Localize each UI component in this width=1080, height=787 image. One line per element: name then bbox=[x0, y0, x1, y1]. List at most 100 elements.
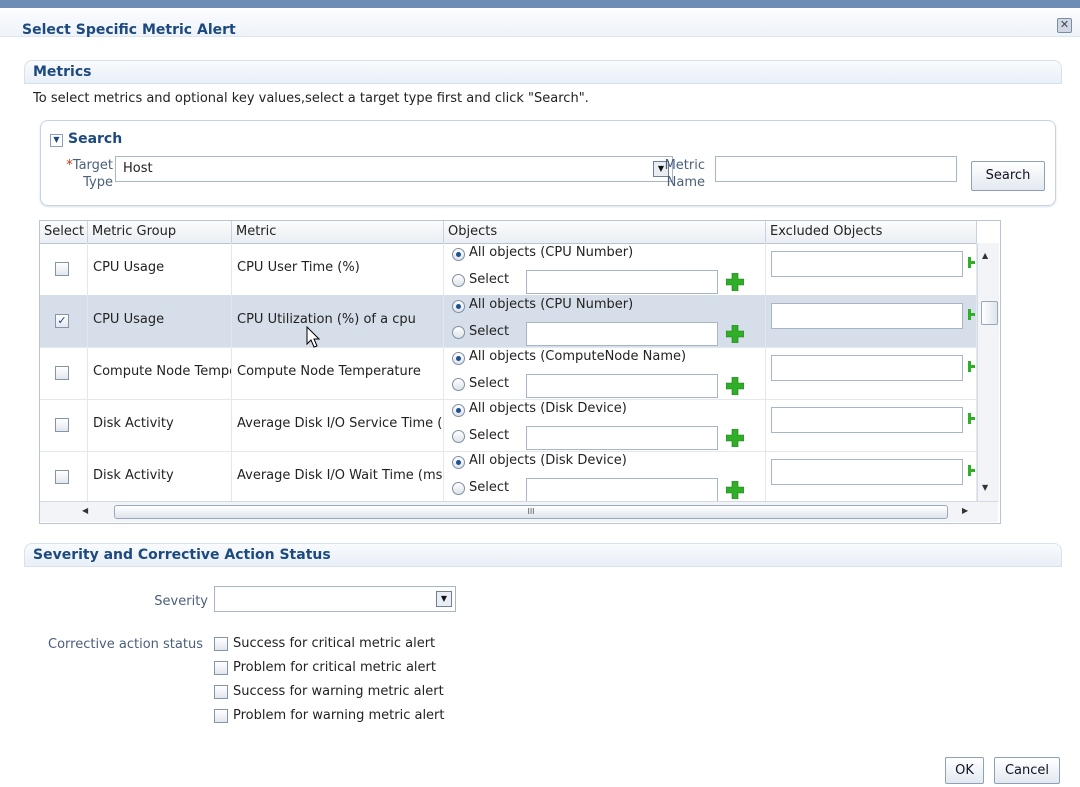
corrective-option-label: Problem for critical metric alert bbox=[233, 660, 436, 675]
excluded-objects-cell bbox=[766, 399, 977, 451]
add-excluded-plus-icon[interactable] bbox=[965, 461, 975, 479]
select-cell bbox=[40, 451, 88, 503]
metric-group-text: Disk Activity bbox=[93, 468, 174, 483]
vertical-scrollbar[interactable]: ▲ ▼ bbox=[977, 243, 999, 501]
horizontal-scrollbar[interactable]: ◀ III ▶ bbox=[40, 501, 998, 522]
all-objects-label: All objects (ComputeNode Name) bbox=[469, 349, 687, 364]
select-objects-radio[interactable] bbox=[452, 430, 465, 443]
metric-cell: CPU User Time (%) bbox=[232, 243, 444, 295]
target-type-select[interactable]: Host ▼ bbox=[115, 156, 673, 182]
select-objects-label: Select bbox=[469, 376, 510, 391]
objects-cell: All objects (Disk Device) Select bbox=[444, 451, 766, 503]
column-header-excluded-objects[interactable]: Excluded Objects bbox=[766, 221, 977, 243]
chevron-down-icon[interactable]: ▼ bbox=[50, 134, 63, 147]
corrective-option-label: Success for critical metric alert bbox=[233, 636, 436, 651]
objects-cell: All objects (CPU Number) Select bbox=[444, 295, 766, 347]
all-objects-radio[interactable] bbox=[452, 248, 465, 261]
row-select-checkbox[interactable] bbox=[55, 366, 69, 380]
vertical-scroll-thumb[interactable] bbox=[981, 301, 998, 325]
select-cell bbox=[40, 399, 88, 451]
all-objects-label: All objects (CPU Number) bbox=[469, 245, 634, 260]
add-object-plus-icon[interactable] bbox=[726, 429, 744, 447]
column-header-metric-group[interactable]: Metric Group bbox=[88, 221, 232, 243]
column-header-select[interactable]: Select bbox=[40, 221, 88, 243]
add-object-plus-icon[interactable] bbox=[726, 377, 744, 395]
metric-alert-dialog: Select Specific Metric Alert ✕ Metrics T… bbox=[0, 0, 1080, 787]
all-objects-radio[interactable] bbox=[452, 404, 465, 417]
mouse-cursor-icon bbox=[306, 326, 321, 348]
corrective-option-checkbox[interactable] bbox=[214, 637, 228, 651]
select-objects-label: Select bbox=[469, 480, 510, 495]
table-row[interactable]: ✓ CPU Usage CPU Utilization (%) of a cpu Al… bbox=[40, 295, 977, 348]
excluded-objects-cell bbox=[766, 243, 977, 295]
add-excluded-plus-icon[interactable] bbox=[965, 253, 975, 271]
objects-input[interactable] bbox=[526, 478, 718, 502]
metric-group-cell: CPU Usage bbox=[88, 295, 232, 347]
metric-group-text: CPU Usage bbox=[93, 312, 165, 327]
search-button[interactable]: Search bbox=[971, 161, 1045, 191]
metric-group-cell: Disk Activity bbox=[88, 451, 232, 503]
corrective-option-checkbox[interactable] bbox=[214, 661, 228, 675]
excluded-objects-cell bbox=[766, 295, 977, 347]
scroll-down-icon[interactable]: ▼ bbox=[982, 483, 988, 492]
metric-cell: Compute Node Temperature bbox=[232, 347, 444, 399]
select-objects-radio[interactable] bbox=[452, 274, 465, 287]
excluded-objects-input[interactable] bbox=[771, 355, 963, 381]
select-objects-radio[interactable] bbox=[452, 326, 465, 339]
metric-name-input[interactable] bbox=[715, 156, 957, 182]
metrics-section-header: Metrics bbox=[24, 60, 1062, 84]
row-select-checkbox[interactable]: ✓ bbox=[55, 314, 69, 328]
table-row[interactable]: Compute Node Temperature Compute Node Tem… bbox=[40, 347, 977, 400]
corrective-option-checkbox[interactable] bbox=[214, 709, 228, 723]
select-cell bbox=[40, 243, 88, 295]
all-objects-radio[interactable] bbox=[452, 300, 465, 313]
select-objects-radio[interactable] bbox=[452, 378, 465, 391]
horizontal-scroll-thumb[interactable]: III bbox=[114, 505, 948, 519]
table-row[interactable]: Disk Activity Average Disk I/O Wait Time … bbox=[40, 451, 977, 504]
metric-text: CPU User Time (%) bbox=[237, 260, 360, 275]
table-row[interactable]: CPU Usage CPU User Time (%) All objects (C… bbox=[40, 243, 977, 296]
excluded-objects-input[interactable] bbox=[771, 251, 963, 277]
add-excluded-plus-icon[interactable] bbox=[965, 305, 975, 323]
metric-group-cell: Disk Activity bbox=[88, 399, 232, 451]
severity-label: Severity bbox=[154, 594, 208, 609]
excluded-objects-input[interactable] bbox=[771, 303, 963, 329]
objects-input[interactable] bbox=[526, 374, 718, 398]
all-objects-label: All objects (Disk Device) bbox=[469, 401, 627, 416]
scroll-right-icon[interactable]: ▶ bbox=[962, 506, 968, 515]
cancel-button[interactable]: Cancel bbox=[994, 757, 1060, 784]
search-header[interactable]: ▼ Search bbox=[50, 131, 122, 147]
table-row[interactable]: Disk Activity Average Disk I/O Service Ti… bbox=[40, 399, 977, 452]
row-select-checkbox[interactable] bbox=[55, 470, 69, 484]
column-header-objects[interactable]: Objects bbox=[444, 221, 766, 243]
corrective-option-checkbox[interactable] bbox=[214, 685, 228, 699]
add-excluded-plus-icon[interactable] bbox=[965, 409, 975, 427]
add-object-plus-icon[interactable] bbox=[726, 325, 744, 343]
row-select-checkbox[interactable] bbox=[55, 418, 69, 432]
excluded-objects-input[interactable] bbox=[771, 407, 963, 433]
objects-input[interactable] bbox=[526, 426, 718, 450]
dropdown-arrow-icon[interactable]: ▼ bbox=[436, 591, 452, 607]
add-object-plus-icon[interactable] bbox=[726, 481, 744, 499]
objects-input[interactable] bbox=[526, 322, 718, 346]
all-objects-radio[interactable] bbox=[452, 456, 465, 469]
add-object-plus-icon[interactable] bbox=[726, 273, 744, 291]
metric-text: Average Disk I/O Wait Time (ms) bbox=[237, 468, 444, 483]
objects-input[interactable] bbox=[526, 270, 718, 294]
row-select-checkbox[interactable] bbox=[55, 262, 69, 276]
scroll-up-icon[interactable]: ▲ bbox=[982, 251, 988, 260]
select-objects-radio[interactable] bbox=[452, 482, 465, 495]
select-objects-label: Select bbox=[469, 324, 510, 339]
severity-select[interactable]: ▼ bbox=[214, 586, 456, 612]
select-objects-label: Select bbox=[469, 272, 510, 287]
close-icon[interactable]: ✕ bbox=[1057, 18, 1072, 33]
all-objects-radio[interactable] bbox=[452, 352, 465, 365]
scroll-left-icon[interactable]: ◀ bbox=[82, 506, 88, 515]
objects-cell: All objects (CPU Number) Select bbox=[444, 243, 766, 295]
column-header-metric[interactable]: Metric bbox=[232, 221, 444, 243]
metric-group-cell: Compute Node Temperature bbox=[88, 347, 232, 399]
add-excluded-plus-icon[interactable] bbox=[965, 357, 975, 375]
excluded-objects-input[interactable] bbox=[771, 459, 963, 485]
metric-cell: Average Disk I/O Service Time (ms) bbox=[232, 399, 444, 451]
ok-button[interactable]: OK bbox=[945, 757, 984, 784]
